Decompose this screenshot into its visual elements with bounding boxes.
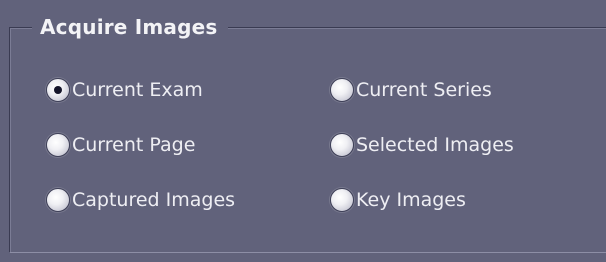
radio-button-icon[interactable]	[46, 78, 70, 102]
radio-button-icon[interactable]	[46, 133, 70, 157]
radio-label[interactable]: Selected Images	[356, 132, 514, 158]
radio-label[interactable]: Current Page	[72, 132, 195, 158]
radio-label[interactable]: Current Series	[356, 77, 492, 103]
radio-button-icon[interactable]	[330, 133, 354, 157]
radio-button-icon[interactable]	[46, 188, 70, 212]
radio-key-images[interactable]: Key Images	[330, 185, 466, 215]
radio-button-icon[interactable]	[330, 188, 354, 212]
radio-selected-images[interactable]: Selected Images	[330, 130, 514, 160]
acquire-images-panel: Acquire Images Current Exam Current Seri…	[0, 0, 606, 262]
radio-captured-images[interactable]: Captured Images	[46, 185, 235, 215]
radio-label[interactable]: Captured Images	[72, 187, 235, 213]
radio-button-icon[interactable]	[330, 78, 354, 102]
radio-label[interactable]: Current Exam	[72, 77, 203, 103]
radio-current-series[interactable]: Current Series	[330, 75, 492, 105]
radio-label[interactable]: Key Images	[356, 187, 466, 213]
radio-current-page[interactable]: Current Page	[46, 130, 195, 160]
radio-current-exam[interactable]: Current Exam	[46, 75, 203, 105]
group-title: Acquire Images	[32, 12, 228, 42]
